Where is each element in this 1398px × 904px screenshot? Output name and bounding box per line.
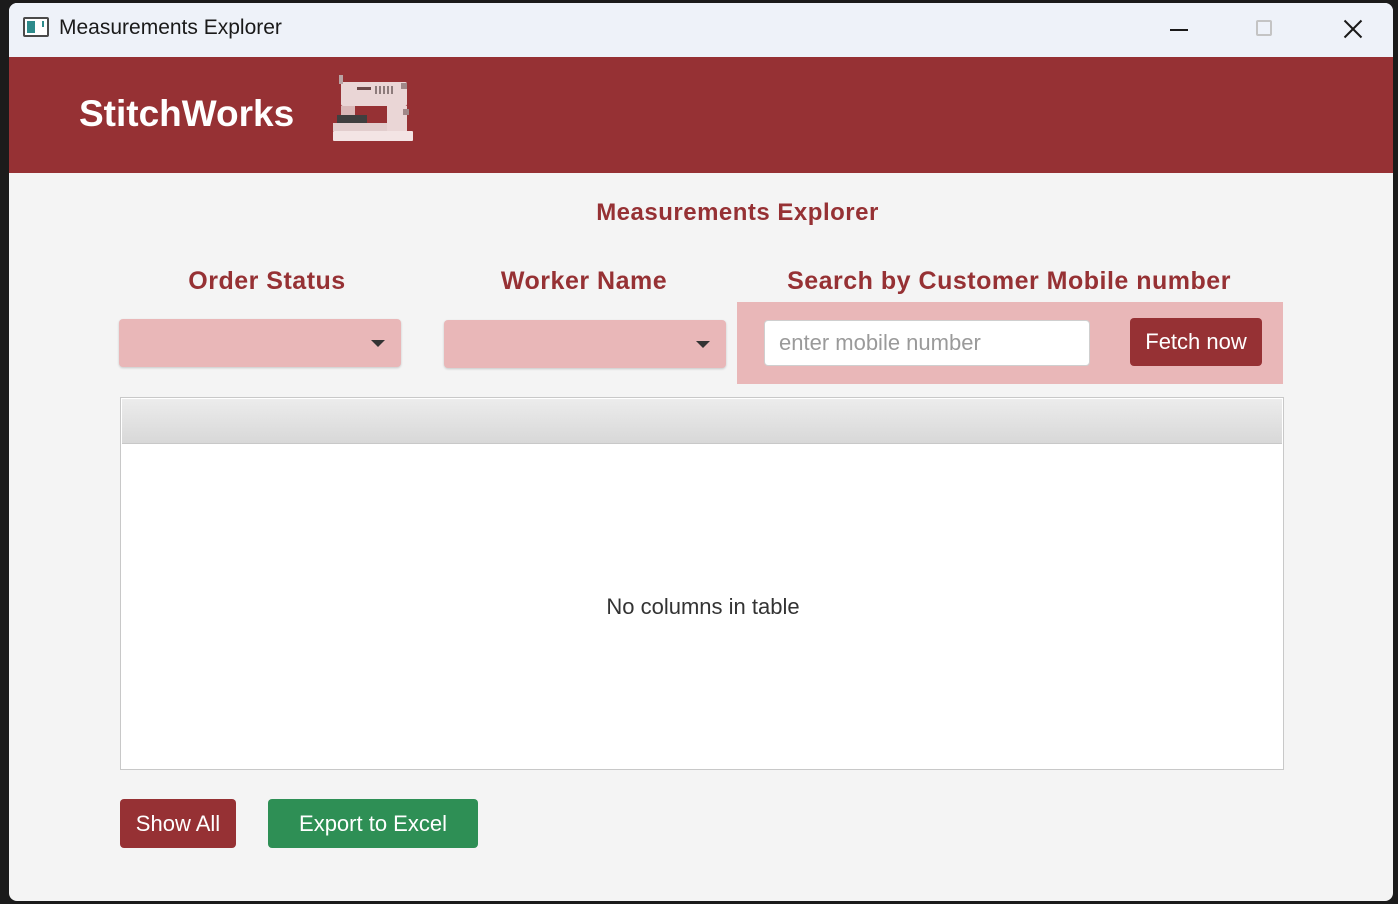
export-to-excel-button[interactable]: Export to Excel [268, 799, 478, 848]
maximize-button[interactable] [1233, 3, 1297, 57]
table-empty-message: No columns in table [606, 594, 800, 619]
worker-name-dropdown[interactable] [444, 320, 726, 368]
page-title: Measurements Explorer [596, 199, 879, 226]
app-icon [23, 17, 49, 37]
measurements-table[interactable]: No columns in table [120, 397, 1284, 770]
app-window: Measurements Explorer StitchWorks Measur… [9, 3, 1393, 901]
fetch-now-button[interactable]: Fetch now [1130, 318, 1262, 366]
order-status-dropdown[interactable] [119, 319, 401, 367]
chevron-down-icon [696, 341, 710, 348]
title-bar[interactable]: Measurements Explorer [9, 3, 1393, 57]
worker-name-label: Worker Name [500, 267, 668, 295]
show-all-button[interactable]: Show All [120, 799, 236, 848]
chevron-down-icon [371, 340, 385, 347]
table-header [122, 399, 1282, 444]
search-panel: Fetch now [737, 302, 1283, 384]
close-button[interactable] [1321, 3, 1385, 57]
minimize-button[interactable] [1147, 3, 1211, 57]
order-status-label: Order Status [188, 267, 346, 295]
mobile-number-input[interactable] [764, 320, 1090, 366]
window-title: Measurements Explorer [59, 16, 282, 39]
search-mobile-label: Search by Customer Mobile number [787, 267, 1231, 295]
app-header: StitchWorks [9, 57, 1393, 173]
sewing-machine-icon [333, 75, 413, 141]
brand-name: StitchWorks [79, 93, 295, 134]
